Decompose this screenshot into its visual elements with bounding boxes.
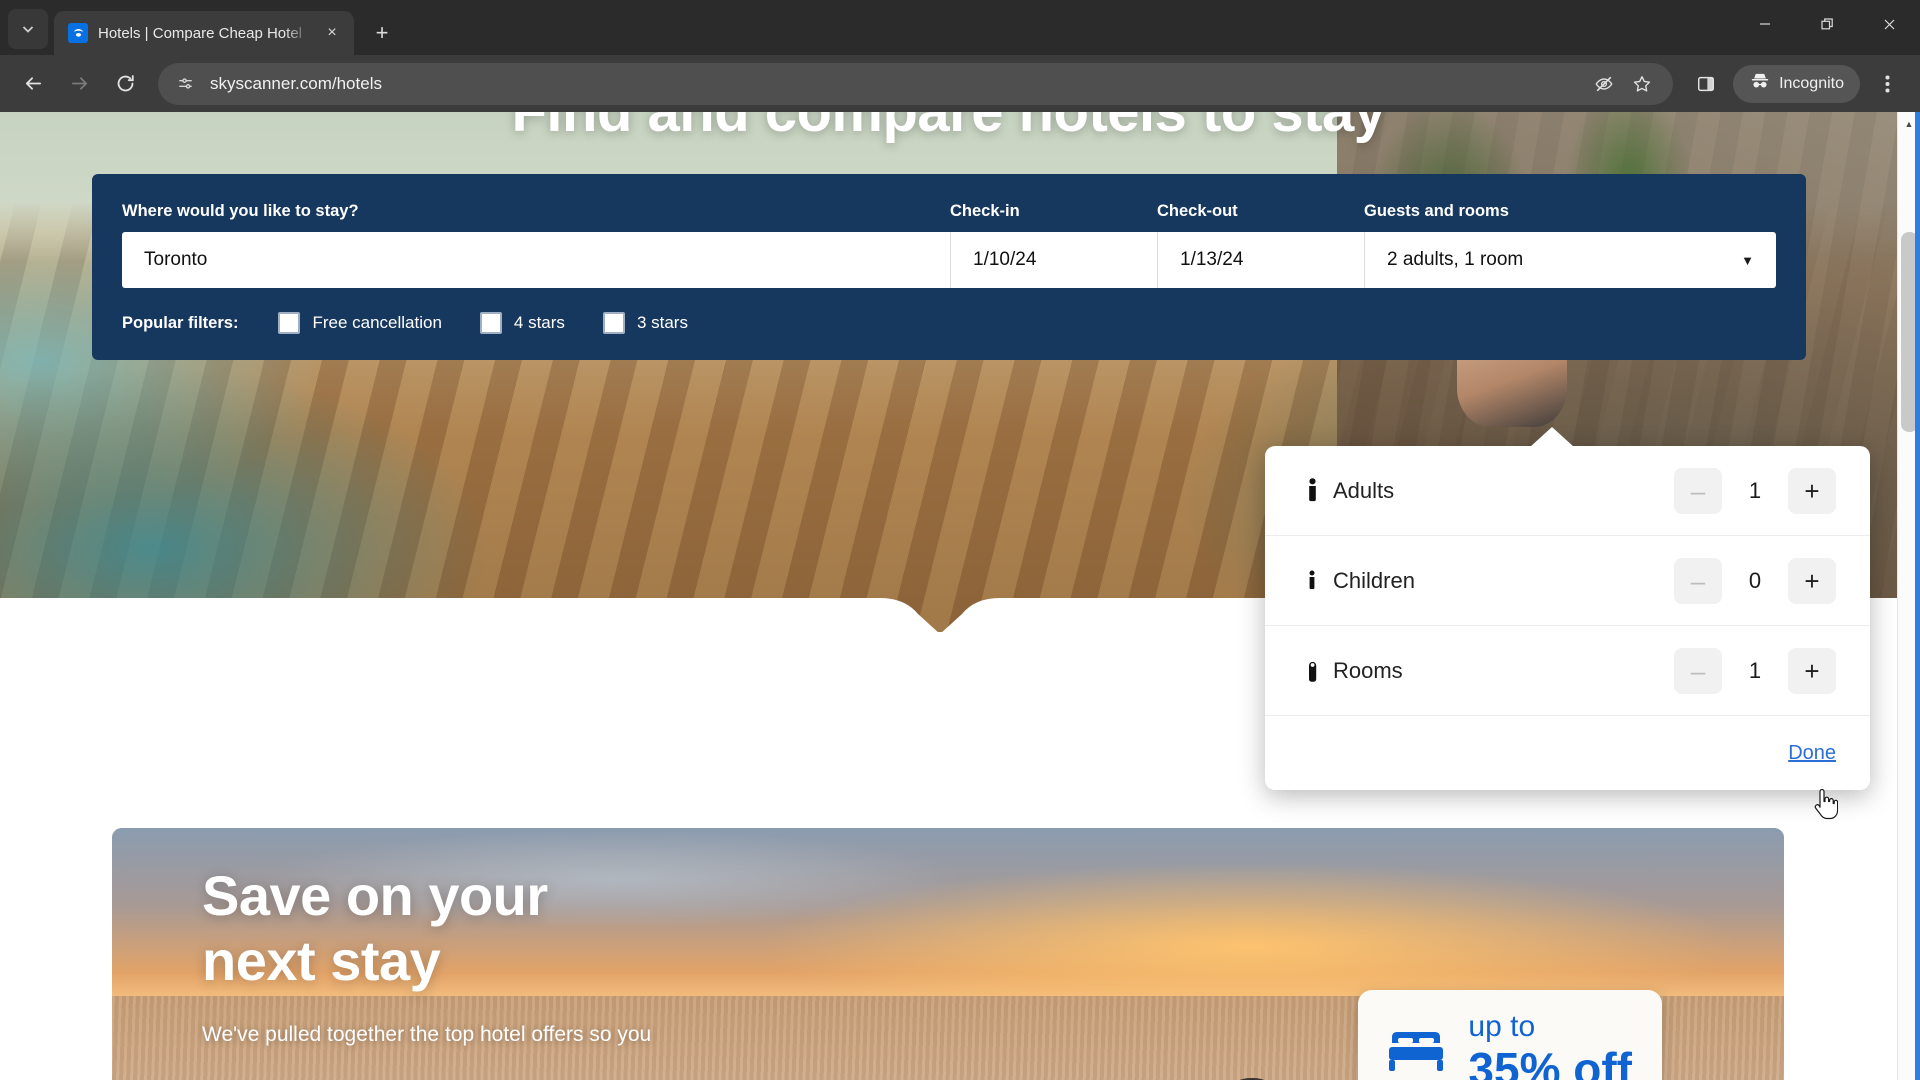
guests-rooms-select[interactable]: 2 adults, 1 room ▼ xyxy=(1364,232,1776,288)
close-icon[interactable]: × xyxy=(320,21,344,45)
row-label: Adults xyxy=(1333,477,1395,503)
search-fields-row: Toronto 1/10/24 1/13/24 2 adults, 1 room… xyxy=(122,232,1776,288)
checkin-input[interactable]: 1/10/24 xyxy=(950,232,1157,288)
reload-icon[interactable] xyxy=(104,63,146,105)
adults-stepper: – 1 + xyxy=(1674,467,1836,514)
promo-subtitle: We've pulled together the top hotel offe… xyxy=(202,1023,652,1046)
label-checkout: Check-out xyxy=(1157,202,1238,220)
tab-search-icon[interactable] xyxy=(8,9,48,49)
url-text: skyscanner.com/hotels xyxy=(210,73,382,93)
promo-title-line1: Save on your xyxy=(202,864,548,927)
badge-discount-label: 35% off xyxy=(1468,1043,1632,1080)
child-person-icon xyxy=(1299,570,1325,592)
discount-badge: up to 35% off xyxy=(1358,990,1662,1080)
incognito-label: Incognito xyxy=(1779,74,1844,92)
decrement-adults-button[interactable]: – xyxy=(1674,467,1722,514)
browser-window: Hotels | Compare Cheap Hotel × + skyscan… xyxy=(0,0,1920,1080)
focus-highlight-edge xyxy=(1915,112,1920,1080)
minimize-icon[interactable] xyxy=(1734,0,1796,48)
filter-label: 3 stars xyxy=(636,313,688,332)
adult-person-icon xyxy=(1299,477,1325,504)
popover-footer: Done xyxy=(1265,716,1870,790)
three-dot-menu-icon[interactable] xyxy=(1866,63,1908,105)
filter-label: Free cancellation xyxy=(312,313,442,332)
label-guests-rooms: Guests and rooms xyxy=(1364,202,1509,220)
skyscanner-icon xyxy=(68,23,88,43)
increment-adults-button[interactable]: + xyxy=(1788,467,1836,514)
address-bar[interactable]: skyscanner.com/hotels xyxy=(158,62,1674,105)
side-panel-icon[interactable] xyxy=(1685,63,1727,105)
increment-children-button[interactable]: + xyxy=(1788,557,1836,604)
popover-row-adults: Adults – 1 + xyxy=(1265,446,1870,536)
filter-4-stars[interactable]: 4 stars xyxy=(479,312,565,334)
search-field-labels: Where would you like to stay? Check-in C… xyxy=(122,202,1776,221)
tab-title: Hotels | Compare Cheap Hotel xyxy=(98,24,302,42)
adults-value: 1 xyxy=(1748,477,1762,503)
caret-down-icon: ▼ xyxy=(1741,252,1754,268)
back-icon[interactable] xyxy=(12,63,54,105)
checkout-input[interactable]: 1/13/24 xyxy=(1157,232,1364,288)
restore-icon[interactable] xyxy=(1796,0,1858,48)
checkbox-icon[interactable] xyxy=(479,312,502,334)
star-icon[interactable] xyxy=(1625,67,1659,101)
bed-icon xyxy=(1384,1025,1448,1080)
guests-rooms-popover: Adults – 1 + Children – 0 + Rooms – 1 + … xyxy=(1265,427,1870,790)
checkbox-icon[interactable] xyxy=(278,312,301,334)
done-link[interactable]: Done xyxy=(1788,742,1836,765)
decrement-children-button[interactable]: – xyxy=(1674,557,1722,604)
hotel-search-card: Where would you like to stay? Check-in C… xyxy=(92,174,1806,360)
popular-filters-label: Popular filters: xyxy=(122,313,239,332)
new-tab-button[interactable]: + xyxy=(364,15,400,51)
label-destination: Where would you like to stay? xyxy=(122,202,359,220)
mouse-cursor-pointer xyxy=(1814,788,1838,820)
hero-headline: Find and compare hotels to stay xyxy=(0,112,1897,145)
filter-free-cancellation[interactable]: Free cancellation xyxy=(278,312,442,334)
decrement-rooms-button[interactable]: – xyxy=(1674,647,1722,694)
incognito-indicator[interactable]: Incognito xyxy=(1733,64,1860,103)
popover-row-children: Children – 0 + xyxy=(1265,536,1870,626)
popular-filters-row: Popular filters: Free cancellation 4 sta… xyxy=(122,312,1776,334)
checkbox-icon[interactable] xyxy=(602,312,625,334)
row-label: Rooms xyxy=(1333,657,1403,683)
rooms-stepper: – 1 + xyxy=(1674,647,1836,694)
increment-rooms-button[interactable]: + xyxy=(1788,647,1836,694)
promo-title: Save on your next stay xyxy=(202,864,548,994)
children-value: 0 xyxy=(1748,567,1762,593)
promo-title-line2: next stay xyxy=(202,928,441,992)
eye-off-icon[interactable] xyxy=(1587,67,1621,101)
browser-tab[interactable]: Hotels | Compare Cheap Hotel × xyxy=(54,11,354,55)
destination-input[interactable]: Toronto xyxy=(122,232,950,288)
rooms-value: 1 xyxy=(1748,657,1762,683)
popover-arrow xyxy=(1530,427,1574,447)
badge-up-to-label: up to xyxy=(1468,1010,1536,1043)
omnibox-actions xyxy=(1587,67,1659,101)
incognito-icon xyxy=(1749,71,1771,96)
tab-strip: Hotels | Compare Cheap Hotel × + xyxy=(0,0,1920,55)
window-controls xyxy=(1734,0,1920,48)
forward-icon xyxy=(58,63,100,105)
badge-text-block: up to 35% off xyxy=(1468,1012,1632,1080)
page-viewport: Find and compare hotels to stay Where wo… xyxy=(0,112,1920,1080)
children-stepper: – 0 + xyxy=(1674,557,1836,604)
filter-3-stars[interactable]: 3 stars xyxy=(602,312,688,334)
label-checkin: Check-in xyxy=(950,202,1020,220)
tune-icon[interactable] xyxy=(172,71,198,97)
window-close-icon[interactable] xyxy=(1858,0,1920,48)
promo-card[interactable]: Save on your next stay We've pulled toge… xyxy=(112,828,1784,1080)
filter-label: 4 stars xyxy=(513,313,565,332)
guests-rooms-value: 2 adults, 1 room xyxy=(1387,249,1524,270)
popover-row-rooms: Rooms – 1 + xyxy=(1265,626,1870,716)
door-hanger-icon xyxy=(1299,658,1325,684)
browser-toolbar: skyscanner.com/hotels Incognito xyxy=(0,55,1920,112)
row-label: Children xyxy=(1333,567,1415,593)
